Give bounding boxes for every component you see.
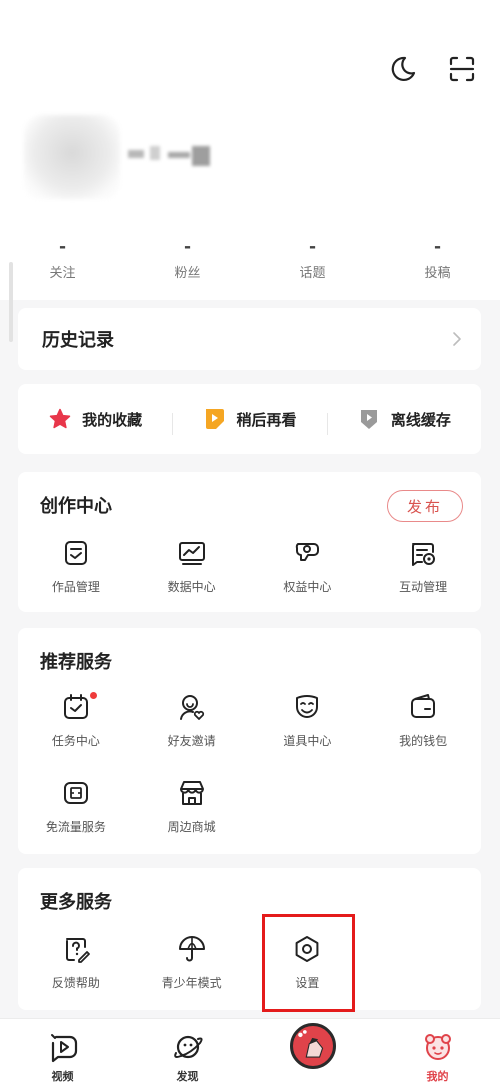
more-grid: 反馈帮助 青少年模式 设置 [18,934,481,991]
quick-actions: 我的收藏 稍后再看 离线缓存 [18,384,481,454]
mine-tab-icon [424,1034,451,1060]
cell-label: 作品管理 [51,580,100,594]
cell-label: 反馈帮助 [51,976,100,990]
stats-row: - 关注 - 粉丝 - 话题 - 投稿 [0,236,500,286]
cell-label: 周边商城 [167,820,216,834]
umbrella-icon [178,936,205,962]
star-icon [49,408,71,429]
publish-button[interactable]: 发布 [387,490,463,522]
stat-value: - [433,237,442,257]
stat-label: 话题 [299,266,326,281]
profile-header: - 关注 - 粉丝 - 话题 - 投稿 [0,0,500,300]
teen-mode[interactable]: 青少年模式 [134,934,250,991]
tab-label: 视频 [51,1070,74,1083]
stat-label: 投稿 [424,266,451,281]
sim-card-icon [63,782,88,804]
download-icon [360,410,377,429]
my-wallet[interactable]: 我的钱包 [365,692,481,749]
tab-label: 我的 [426,1070,449,1083]
wallet-icon [411,694,436,718]
avatar[interactable] [24,115,120,199]
merch-shop[interactable]: 周边商城 [134,778,250,835]
calendar-task-icon [63,694,88,719]
moon-icon[interactable] [388,54,418,84]
recommend-grid-row-1: 任务中心 好友邀请 道具中心 我的钱包 [18,692,481,749]
creation-grid: 作品管理 数据中心 权益中心 互动管理 [18,538,481,595]
tab-label: 发现 [176,1070,199,1083]
cell-label: 数据中心 [167,580,216,594]
works-management[interactable]: 作品管理 [18,538,134,595]
cell-label: 任务中心 [51,734,100,748]
stat-fans[interactable]: - 粉丝 [125,236,250,286]
tab-discover[interactable]: 发现 [125,1019,250,1084]
stat-value: - [308,237,317,257]
stat-label: 粉丝 [174,266,201,281]
cell-label: 青少年模式 [161,976,222,990]
notification-dot [90,692,97,699]
watch-later-button[interactable]: 稍后再看 [172,407,326,435]
cell-label: 道具中心 [283,734,332,748]
stat-label: 关注 [49,266,76,281]
planet-tab-icon [173,1035,203,1059]
works-icon [64,541,87,565]
invite-friend-icon [179,695,204,720]
stat-topics[interactable]: - 话题 [250,236,375,286]
history-card[interactable]: 历史记录 [18,308,481,370]
watch-later-label: 稍后再看 [236,410,297,429]
center-character-art [297,1030,323,1058]
section-title: 推荐服务 [40,652,112,673]
shop-icon [179,781,204,805]
invite-friends[interactable]: 好友邀请 [134,692,250,749]
free-data-service[interactable]: 免流量服务 [18,778,134,835]
play-later-icon [206,409,225,429]
cell-label: 免流量服务 [45,820,106,834]
interaction-management[interactable]: 互动管理 [365,538,481,595]
tab-mine[interactable]: 我的 [375,1019,500,1084]
scroll-indicator [9,262,13,342]
section-title: 更多服务 [40,892,112,913]
feedback-icon [65,938,90,963]
tab-center[interactable] [250,1019,375,1084]
favorites-label: 我的收藏 [82,410,143,429]
offline-cache-label: 离线缓存 [390,410,451,429]
settings-highlight-box [262,914,355,1012]
center-avatar-icon [289,1023,336,1069]
favorites-button[interactable]: 我的收藏 [18,407,172,431]
recommend-grid-row-2: 免流量服务 周边商城 [18,778,481,835]
creation-center-card: 创作中心 发布 作品管理 数据中心 权益中心 互动管理 [18,472,481,612]
props-center[interactable]: 道具中心 [250,692,366,749]
stat-value: - [183,237,192,257]
video-tab-icon [50,1034,77,1063]
more-services-card: 更多服务 反馈帮助 青少年模式 设置 [18,868,481,1010]
offline-cache-button[interactable]: 离线缓存 [326,407,481,435]
task-center[interactable]: 任务中心 [18,692,134,749]
feedback-help[interactable]: 反馈帮助 [18,934,134,991]
data-chart-icon [178,542,205,565]
stat-value: - [58,237,67,257]
bottom-tab-bar: 视频 发现 我的 [0,1018,500,1084]
cell-label: 我的钱包 [399,734,448,748]
tab-video[interactable]: 视频 [0,1019,125,1084]
section-title: 创作中心 [40,496,112,517]
username[interactable] [120,140,225,170]
chevron-right-icon [453,332,461,346]
stat-submissions[interactable]: - 投稿 [375,236,500,286]
cell-label: 互动管理 [399,580,448,594]
cell-label: 权益中心 [283,580,332,594]
interaction-icon [412,543,436,566]
data-center[interactable]: 数据中心 [134,538,250,595]
rights-icon [296,543,320,561]
stat-following[interactable]: - 关注 [0,236,125,286]
mask-icon [296,695,319,718]
history-title: 历史记录 [42,330,114,351]
recommended-services-card: 推荐服务 任务中心 好友邀请 道具中心 我的钱包 免流量服务 周边商城 [18,628,481,854]
cell-label: 好友邀请 [167,734,216,748]
rights-center[interactable]: 权益中心 [250,538,366,595]
scan-icon[interactable] [447,54,477,84]
